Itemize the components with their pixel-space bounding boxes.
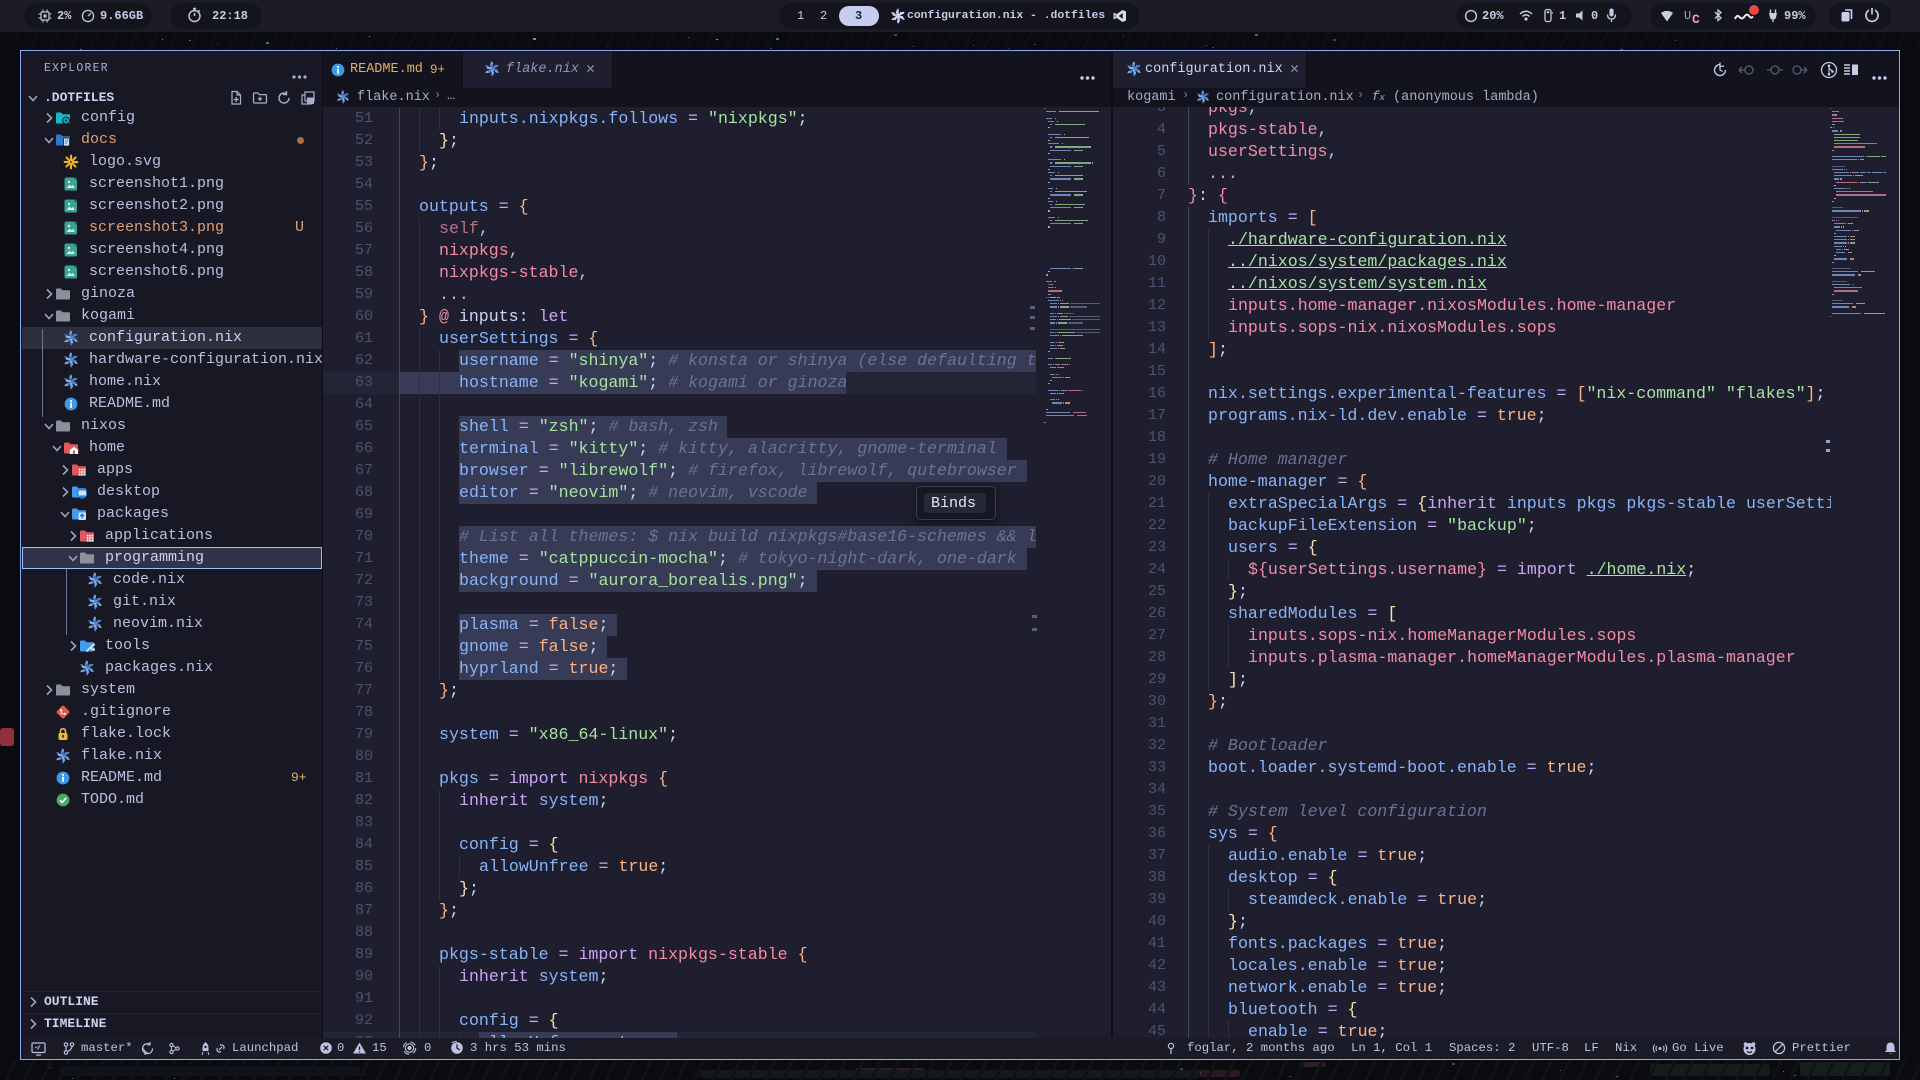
svg-text:*: * — [1551, 12, 1554, 18]
